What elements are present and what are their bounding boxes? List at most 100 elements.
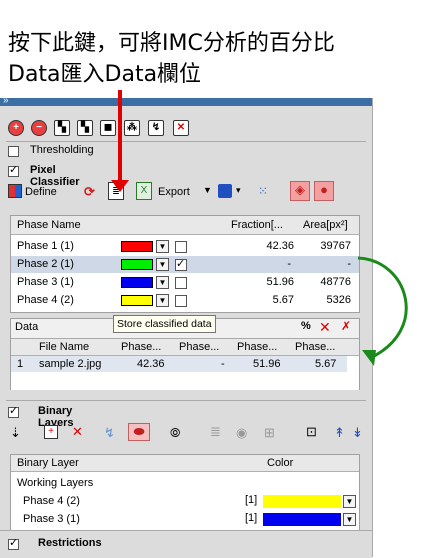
app-panel: » + − ▚ ▚ ◼ ⁂ ↯ ✕ Thresholding Pixel Cla… — [0, 95, 373, 558]
binary-layer-header[interactable]: Binary Layer — [17, 457, 79, 469]
working-layers-group[interactable]: Working Layers — [17, 477, 93, 489]
phase-row[interactable]: Phase 2 (1)▼-- — [11, 256, 359, 273]
chevron-down-icon[interactable]: ▼ — [156, 240, 169, 253]
phase-name-header[interactable]: Phase Name — [17, 219, 81, 231]
phase-col-1-header[interactable]: Phase... — [121, 341, 161, 353]
fill-icon[interactable]: ⬬ — [128, 423, 150, 441]
export-dropdown-icon[interactable]: ▼ — [203, 185, 212, 195]
binary-layer-row[interactable]: Phase 3 (1) [1] ▼ — [11, 511, 359, 528]
red-annotation-arrow-head — [111, 180, 129, 192]
move-up-icon[interactable]: ↟ — [334, 425, 345, 441]
data-row-value-3: 51.96 — [253, 358, 281, 370]
data-row-file: sample 2.jpg — [39, 358, 102, 370]
phase-table: Phase Name Fraction[... Area[px²] Phase … — [10, 215, 360, 313]
panel-title-strip: » — [0, 95, 372, 106]
close-icon[interactable]: ✕ — [173, 120, 189, 136]
pixel-classifier-checkbox[interactable] — [8, 163, 19, 178]
color-header[interactable]: Color — [267, 457, 293, 469]
measure-icon[interactable]: ⊞ — [264, 425, 275, 441]
toggle-color-icon[interactable]: ◈ — [290, 181, 310, 201]
add-layer-icon[interactable]: + — [44, 425, 58, 439]
phase-name: Phase 2 (1) — [17, 258, 74, 270]
grid-dots-icon[interactable]: ⁙ — [258, 183, 268, 199]
phase-color-swatch[interactable] — [121, 241, 153, 252]
red-annotation-arrow — [118, 90, 122, 188]
chevron-down-icon[interactable]: ▼ — [156, 258, 169, 271]
caption-line-2: Data匯入Data欄位 — [8, 62, 202, 87]
thresholding-checkbox[interactable] — [8, 146, 19, 158]
binary-layer-name: Phase 3 (1) — [23, 513, 80, 525]
toggle-overlay-icon[interactable]: ● — [314, 181, 334, 201]
area-header[interactable]: Area[px²] — [303, 219, 348, 231]
binary-layer-name: Phase 4 (2) — [23, 495, 80, 507]
data-row-value-2: - — [221, 358, 225, 370]
data-row-index: 1 — [17, 358, 24, 370]
wand-icon[interactable]: ↯ — [104, 425, 115, 441]
phase-row[interactable]: Phase 3 (1) ▼ 51.96 48776 — [11, 274, 359, 291]
pixel-classifier-row[interactable]: Pixel Classifier — [8, 163, 80, 188]
restrictions-row[interactable]: Restrictions — [8, 536, 102, 551]
phase-col-3-header[interactable]: Phase... — [237, 341, 277, 353]
stats-icon[interactable]: ↯ — [148, 120, 164, 136]
phase-color-swatch[interactable] — [121, 295, 153, 306]
phase-row[interactable]: Phase 1 (1) ▼ 42.36 39767 — [11, 238, 359, 255]
chevron-down-icon[interactable]: ▼ — [156, 276, 169, 289]
phase-color-swatch[interactable] — [121, 259, 153, 270]
chevron-down-icon[interactable]: ▼ — [343, 513, 356, 526]
layers-alt-icon[interactable]: ▚ — [77, 120, 93, 136]
phase-color-swatch[interactable] — [121, 277, 153, 288]
binary-layer-color[interactable] — [263, 513, 341, 526]
chevron-down-icon[interactable]: ▼ — [343, 495, 356, 508]
binary-layer-row[interactable]: Phase 4 (2) [1] ▼ — [11, 493, 359, 510]
file-name-header[interactable]: File Name — [39, 341, 89, 353]
save-icon[interactable] — [218, 184, 232, 198]
data-row-value-1: 42.36 — [137, 358, 165, 370]
binary-layer-color[interactable] — [263, 495, 341, 508]
refresh-icon[interactable]: ⟳ — [84, 184, 95, 200]
restrictions-checkbox[interactable] — [8, 536, 19, 551]
percent-icon[interactable]: % — [301, 320, 311, 332]
phase-col-2-header[interactable]: Phase... — [179, 341, 219, 353]
phase-name: Phase 4 (2) — [17, 294, 74, 306]
restrictions-label: Restrictions — [38, 537, 102, 549]
green-annotation-arrow — [357, 256, 408, 366]
phase-name: Phase 1 (1) — [17, 240, 74, 252]
phase-visible-checkbox[interactable] — [175, 295, 187, 307]
caption-line-1: 按下此鍵，可將IMC分析的百分比 — [8, 31, 335, 56]
phase-fraction: 51.96 — [266, 276, 294, 288]
phase-visible-checkbox[interactable] — [175, 257, 187, 271]
binary-layers-checkbox[interactable] — [8, 404, 19, 419]
lock-icon[interactable]: ⊡ — [306, 424, 317, 440]
store-classified-data-tooltip: Store classified data — [113, 315, 216, 333]
thresholding-row[interactable]: Thresholding — [8, 144, 94, 158]
layers-icon[interactable]: ▚ — [54, 120, 70, 136]
binary-layers-row[interactable]: Binary Layers — [8, 404, 73, 429]
pixel-classifier-label: Pixel Classifier — [30, 164, 80, 188]
export-button[interactable]: Export — [158, 186, 190, 198]
phase-visible-checkbox[interactable] — [175, 241, 187, 253]
image-icon[interactable]: ◼ — [100, 120, 116, 136]
delete-icon[interactable]: ✕ — [319, 319, 331, 336]
binary-layer-tag: [1] — [245, 512, 258, 524]
remove-circle-icon[interactable]: − — [31, 120, 47, 136]
phase-fraction: 5.67 — [272, 294, 294, 306]
collapse-chevron-icon[interactable]: » — [3, 95, 9, 106]
phase-row[interactable]: Phase 4 (2) ▼ 5.67 5326 — [11, 292, 359, 309]
move-down-icon[interactable]: ↡ — [352, 425, 363, 441]
list-icon[interactable]: ≣ — [210, 424, 221, 440]
thresholding-label: Thresholding — [30, 144, 94, 156]
eye-icon[interactable]: ◉ — [236, 425, 247, 441]
excel-export-icon[interactable]: X — [136, 182, 152, 200]
add-circle-icon[interactable]: + — [8, 120, 24, 136]
remove-layer-icon[interactable]: ✕ — [72, 424, 83, 440]
intersect-icon[interactable]: ⦾ — [170, 425, 180, 441]
define-button[interactable]: Define — [25, 186, 57, 198]
grid-icon[interactable]: ⁂ — [124, 120, 140, 136]
chevron-down-icon[interactable]: ▼ — [156, 294, 169, 307]
phase-fraction: - — [287, 258, 291, 270]
save-dropdown-icon[interactable]: ▾ — [236, 185, 241, 196]
import-icon[interactable]: ⇣ — [10, 425, 21, 441]
data-panel-title: Data — [15, 321, 39, 333]
fraction-header[interactable]: Fraction[... — [231, 219, 283, 231]
phase-visible-checkbox[interactable] — [175, 277, 187, 289]
